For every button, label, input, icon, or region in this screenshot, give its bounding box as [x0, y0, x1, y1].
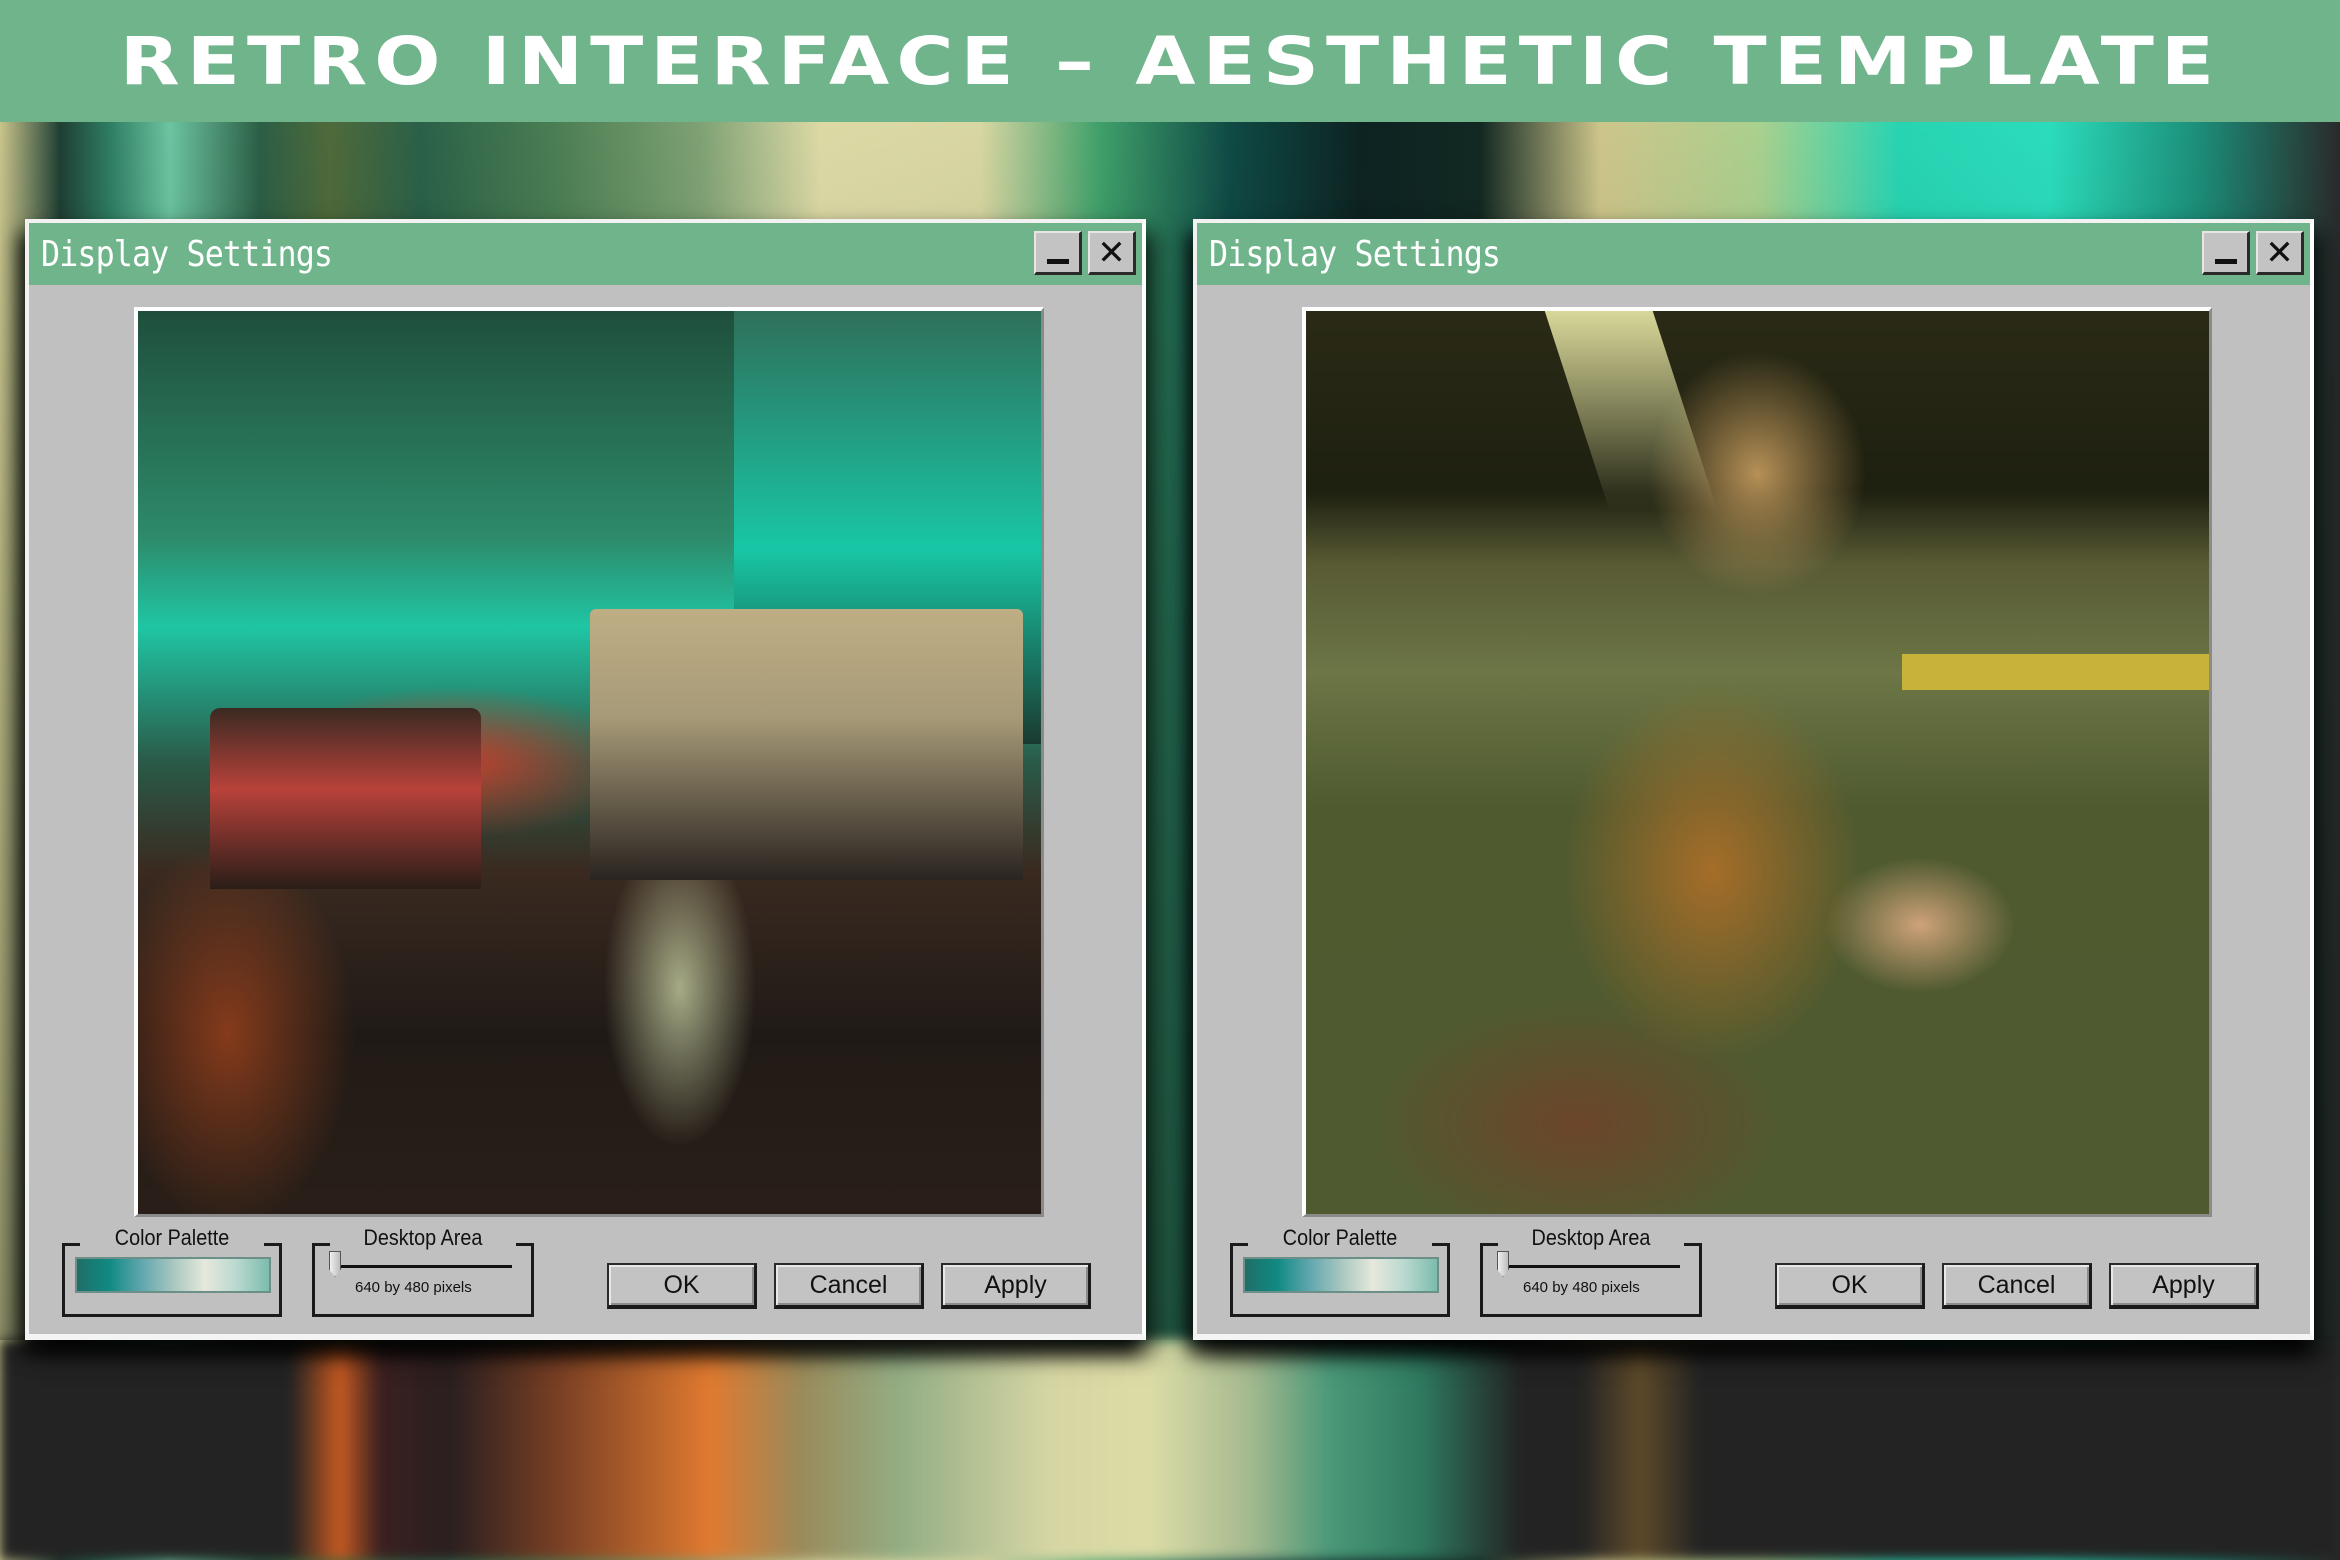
window-title: Display Settings — [1209, 233, 1501, 275]
apply-button[interactable]: Apply — [2109, 1263, 2259, 1309]
preview-image-frame — [1302, 307, 2212, 1217]
header-banner: RETRO INTERFACE – AESTHETIC TEMPLATE — [0, 0, 2340, 122]
city-street-photo — [138, 311, 1041, 1214]
desktop-area-group: Desktop Area 640 by 480 pixels — [1480, 1225, 1702, 1317]
desktop-area-slider-track[interactable] — [337, 1265, 512, 1268]
close-button[interactable]: ✕ — [2256, 231, 2304, 275]
desktop-area-label: Desktop Area — [363, 1225, 483, 1250]
display-settings-window-1: Display Settings ✕ Color Palette Desktop… — [25, 219, 1146, 1340]
color-palette-label: Color Palette — [1282, 1225, 1398, 1250]
display-settings-window-2: Display Settings ✕ Color Palette Desktop… — [1193, 219, 2314, 1340]
minimize-icon — [1046, 259, 1069, 264]
cancel-button[interactable]: Cancel — [774, 1263, 924, 1309]
minimize-button[interactable] — [2202, 231, 2250, 275]
close-button[interactable]: ✕ — [1088, 231, 1136, 275]
photo-curb — [1901, 654, 2209, 691]
photo-car — [210, 708, 482, 889]
apply-button[interactable]: Apply — [941, 1263, 1091, 1309]
minimize-icon — [2214, 259, 2237, 264]
page-title: RETRO INTERFACE – AESTHETIC TEMPLATE — [119, 22, 2221, 100]
desktop-area-label: Desktop Area — [1531, 1225, 1651, 1250]
desktop-area-slider-thumb[interactable] — [1497, 1251, 1509, 1277]
ok-button[interactable]: OK — [607, 1263, 757, 1309]
desktop-area-slider-track[interactable] — [1505, 1265, 1680, 1268]
color-palette-group: Color Palette — [1230, 1225, 1450, 1317]
desktop-area-value: 640 by 480 pixels — [1523, 1279, 1640, 1296]
preview-image-frame — [134, 307, 1044, 1217]
color-palette-group: Color Palette — [62, 1225, 282, 1317]
photo-truck — [589, 608, 1023, 880]
woman-portrait-photo — [1306, 311, 2209, 1214]
ok-button[interactable]: OK — [1775, 1263, 1925, 1309]
minimize-button[interactable] — [1034, 231, 1082, 275]
cancel-button[interactable]: Cancel — [1942, 1263, 2092, 1309]
color-palette-swatch[interactable] — [75, 1257, 271, 1293]
color-palette-label: Color Palette — [114, 1225, 230, 1250]
photo-ceiling-light — [1544, 311, 1718, 510]
desktop-area-value: 640 by 480 pixels — [355, 1279, 472, 1296]
desktop-area-group: Desktop Area 640 by 480 pixels — [312, 1225, 534, 1317]
desktop-area-slider-thumb[interactable] — [329, 1251, 341, 1277]
close-icon: ✕ — [2265, 232, 2294, 273]
close-icon: ✕ — [1097, 232, 1126, 273]
title-bar[interactable]: Display Settings ✕ — [1197, 223, 2310, 285]
background-blur-bottom — [0, 1340, 2340, 1560]
window-title: Display Settings — [41, 233, 333, 275]
title-bar[interactable]: Display Settings ✕ — [29, 223, 1142, 285]
color-palette-swatch[interactable] — [1243, 1257, 1439, 1293]
